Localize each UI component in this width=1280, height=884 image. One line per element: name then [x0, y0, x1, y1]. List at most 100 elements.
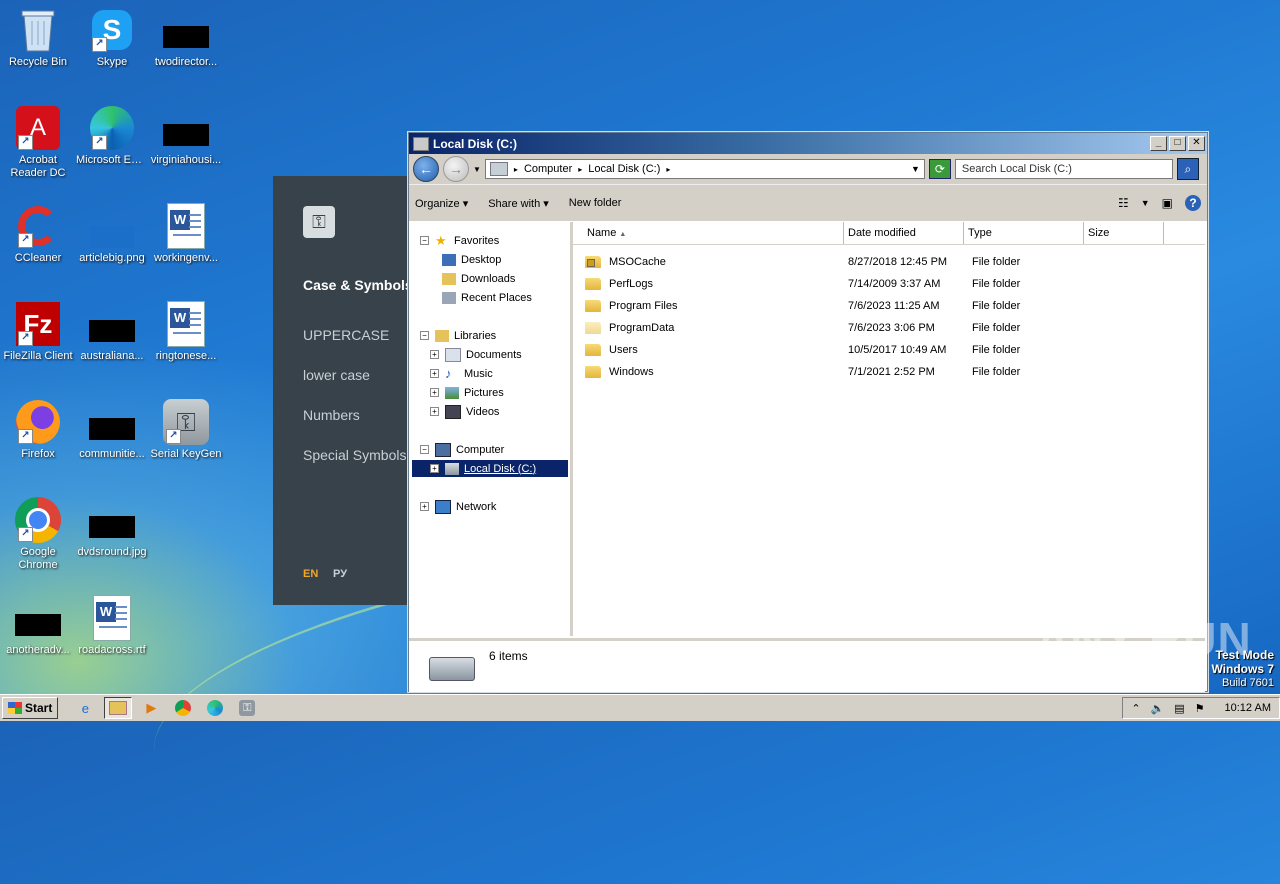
- nav-favorites[interactable]: − ★ Favorites: [420, 232, 499, 249]
- keygen-taskbar-icon[interactable]: ⚿: [234, 698, 260, 718]
- refresh-button[interactable]: ⟳: [928, 159, 951, 179]
- desktop-icon-twodirector[interactable]: twodirector...: [148, 6, 224, 69]
- expand-icon[interactable]: +: [430, 407, 439, 416]
- view-options-icon[interactable]: ☷: [1118, 196, 1129, 210]
- desktop-icon-skype[interactable]: S ↗ Skype: [74, 6, 150, 69]
- desktop-icon-serial-keygen[interactable]: ⚿ ↗ Serial KeyGen: [148, 398, 224, 461]
- file-row[interactable]: ProgramData 7/6/2023 3:06 PM File folder: [573, 317, 1205, 339]
- window-titlebar[interactable]: Local Disk (C:) _ □ ✕: [409, 133, 1207, 154]
- file-row[interactable]: Windows 7/1/2021 2:52 PM File folder: [573, 361, 1205, 383]
- organize-button[interactable]: Organize ▾: [415, 197, 468, 210]
- search-icon[interactable]: ⌕: [1176, 158, 1199, 180]
- desktop-icon-virginiahousi[interactable]: virginiahousi...: [148, 104, 224, 167]
- file-row[interactable]: Program Files 7/6/2023 11:25 AM File fol…: [573, 295, 1205, 317]
- nav-label: Desktop: [461, 253, 502, 266]
- recent-pages-dropdown-icon[interactable]: ▼: [473, 165, 481, 174]
- address-bar[interactable]: ▸ Computer ▸ Local Disk (C:) ▸ ▼: [484, 159, 925, 179]
- nav-pictures[interactable]: + Pictures: [430, 384, 504, 401]
- expand-icon[interactable]: +: [420, 502, 429, 511]
- edge-taskbar-icon[interactable]: [202, 698, 228, 718]
- column-header-type[interactable]: Type: [964, 222, 1084, 244]
- address-dropdown-icon[interactable]: ▼: [911, 164, 920, 174]
- column-header-size[interactable]: Size: [1084, 222, 1164, 244]
- file-row[interactable]: PerfLogs 7/14/2009 3:37 AM File folder: [573, 273, 1205, 295]
- keygen-option-uppercase[interactable]: UPPERCASE: [303, 327, 389, 343]
- internet-explorer-icon[interactable]: e: [72, 698, 98, 718]
- nav-network[interactable]: + Network: [420, 498, 496, 515]
- desktop-icon-roadacross[interactable]: W roadacross.rtf: [74, 594, 150, 657]
- action-center-flag-icon[interactable]: ⚑: [1195, 702, 1205, 715]
- nav-videos[interactable]: + Videos: [430, 403, 499, 420]
- file-row[interactable]: MSOCache 8/27/2018 12:45 PM File folder: [573, 251, 1205, 273]
- clock[interactable]: 10:12 AM: [1225, 702, 1271, 714]
- lang-en-button[interactable]: EN: [303, 568, 318, 580]
- back-button[interactable]: ←: [413, 156, 439, 182]
- close-button[interactable]: ✕: [1188, 136, 1205, 151]
- desktop-icon-label: CCleaner: [14, 252, 62, 264]
- nav-desktop[interactable]: Desktop: [442, 251, 501, 268]
- desktop-icon-ringtonese[interactable]: W ringtonese...: [148, 300, 224, 363]
- nav-label: Libraries: [454, 329, 497, 342]
- desktop-icon-filezilla[interactable]: Fz ↗ FileZilla Client: [0, 300, 76, 363]
- forward-button[interactable]: →: [443, 156, 469, 182]
- desktop-icon-acrobat[interactable]: A ↗ Acrobat Reader DC: [0, 104, 76, 180]
- nav-music[interactable]: + ♪ Music: [430, 365, 493, 382]
- collapse-icon[interactable]: −: [420, 331, 429, 340]
- media-player-icon[interactable]: ▶: [138, 698, 164, 718]
- collapse-icon[interactable]: −: [420, 236, 429, 245]
- view-dropdown-icon[interactable]: ▼: [1141, 198, 1150, 208]
- show-hidden-icons-icon[interactable]: ⌃: [1131, 702, 1140, 715]
- column-header-name[interactable]: Name ▲: [573, 222, 844, 244]
- desktop-icon-anotheradv[interactable]: anotheradv...: [0, 594, 76, 657]
- chevron-right-icon[interactable]: ▸: [578, 165, 582, 174]
- share-with-button[interactable]: Share with ▾: [488, 197, 549, 210]
- preview-pane-icon[interactable]: ▣: [1162, 196, 1173, 210]
- volume-icon[interactable]: 🔈: [1151, 702, 1165, 715]
- chevron-right-icon[interactable]: ▸: [666, 165, 670, 174]
- nav-downloads[interactable]: Downloads: [442, 270, 515, 287]
- desktop-icon-dvdsround[interactable]: dvdsround.jpg: [74, 496, 150, 559]
- expand-icon[interactable]: +: [430, 369, 439, 378]
- collapse-icon[interactable]: −: [420, 445, 429, 454]
- desktop-icon-edge[interactable]: ↗ Microsoft Edge: [74, 104, 150, 167]
- start-button[interactable]: Start: [2, 697, 59, 719]
- desktop-icon-chrome[interactable]: ↗ Google Chrome: [0, 496, 76, 572]
- nav-documents[interactable]: + Documents: [430, 346, 522, 363]
- network-tray-icon[interactable]: ▤: [1174, 702, 1184, 715]
- maximize-button[interactable]: □: [1169, 136, 1186, 151]
- nav-computer[interactable]: − Computer: [420, 441, 504, 458]
- minimize-button[interactable]: _: [1150, 136, 1167, 151]
- keygen-option-numbers[interactable]: Numbers: [303, 407, 360, 423]
- keygen-option-lowercase[interactable]: lower case: [303, 367, 370, 383]
- keygen-title: Case & Symbols: [303, 277, 413, 293]
- search-input[interactable]: Search Local Disk (C:): [954, 159, 1173, 179]
- desktop-icon-label: ringtonese...: [155, 350, 217, 362]
- help-icon[interactable]: ?: [1185, 195, 1201, 211]
- expand-icon[interactable]: +: [430, 350, 439, 359]
- breadcrumb-local-disk[interactable]: Local Disk (C:): [588, 163, 660, 175]
- chevron-right-icon[interactable]: ▸: [514, 165, 518, 174]
- file-date: 7/1/2021 2:52 PM: [848, 366, 935, 378]
- chrome-taskbar-icon[interactable]: [170, 698, 196, 718]
- keygen-option-special-symbols[interactable]: Special Symbols: [303, 447, 407, 463]
- desktop-icon-recycle-bin[interactable]: Recycle Bin: [0, 6, 76, 69]
- expand-icon[interactable]: +: [430, 388, 439, 397]
- new-folder-button[interactable]: New folder: [569, 197, 622, 209]
- desktop-icon-australiana[interactable]: australiana...: [74, 300, 150, 363]
- network-icon: [435, 499, 451, 514]
- lang-ru-button[interactable]: РУ: [333, 568, 347, 580]
- breadcrumb-computer[interactable]: Computer: [524, 163, 572, 175]
- nav-recent-places[interactable]: Recent Places: [442, 289, 532, 306]
- column-header-date[interactable]: Date modified: [844, 222, 964, 244]
- nav-local-disk[interactable]: + Local Disk (C:): [412, 460, 568, 477]
- desktop-icon-ccleaner[interactable]: ↗ CCleaner: [0, 202, 76, 265]
- expand-icon[interactable]: +: [430, 464, 439, 473]
- explorer-taskbar-icon[interactable]: [104, 697, 133, 719]
- hidden-folder-icon: [585, 322, 601, 334]
- desktop-icon-firefox[interactable]: ↗ Firefox: [0, 398, 76, 461]
- desktop-icon-communitie[interactable]: communitie...: [74, 398, 150, 461]
- file-row[interactable]: Users 10/5/2017 10:49 AM File folder: [573, 339, 1205, 361]
- desktop-icon-workingenv[interactable]: W workingenv...: [148, 202, 224, 265]
- nav-libraries[interactable]: − Libraries: [420, 327, 496, 344]
- desktop-icon-articlebig[interactable]: articlebig.png: [74, 202, 150, 265]
